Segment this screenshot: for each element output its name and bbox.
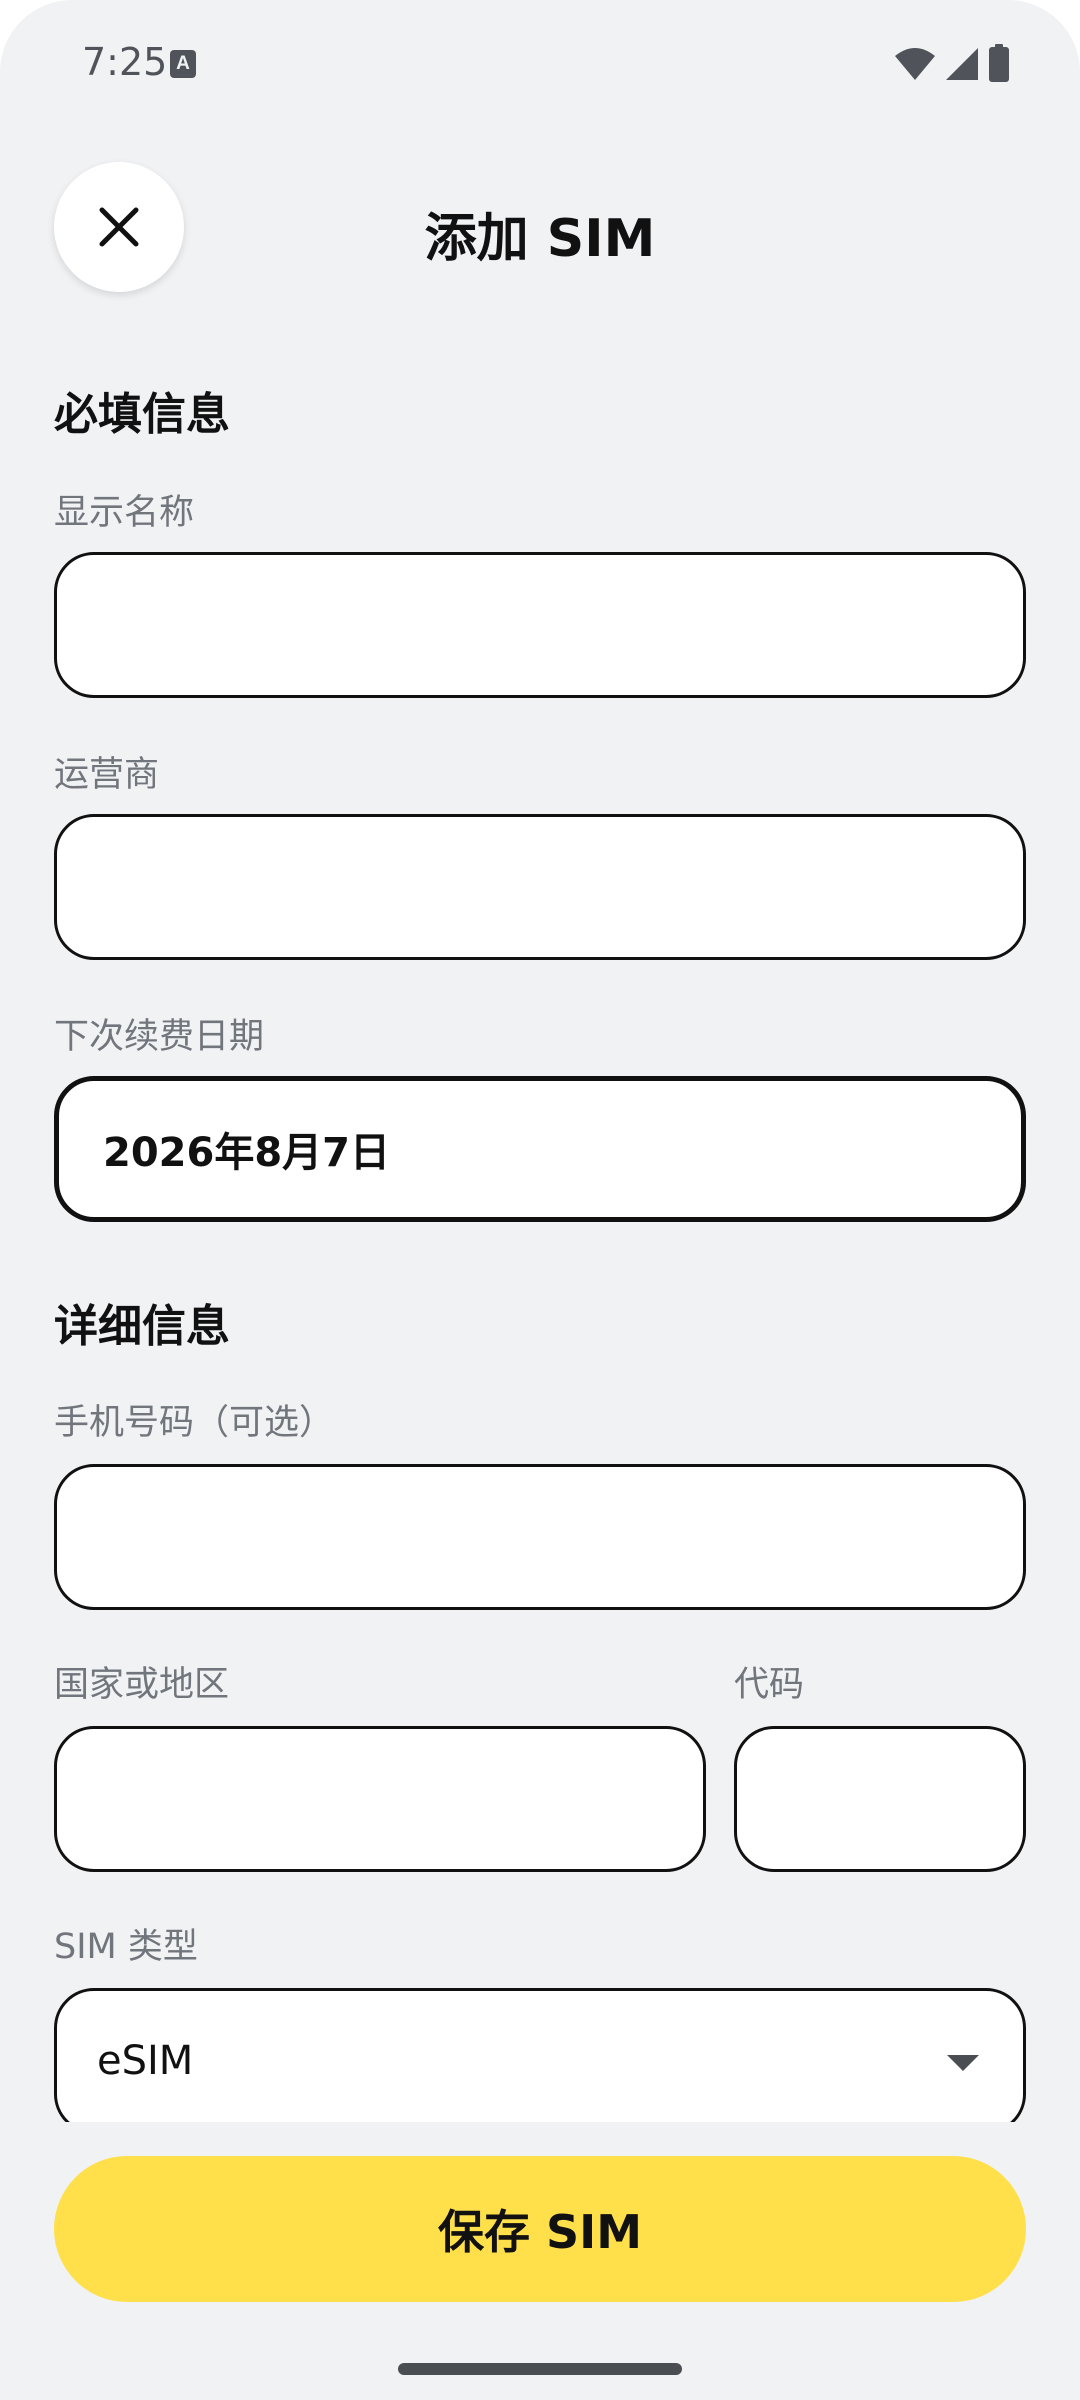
- country-field[interactable]: [54, 1726, 706, 1872]
- status-bar: 7:25 A: [0, 0, 1080, 130]
- details-section-title: 详细信息: [54, 1301, 230, 1352]
- code-field[interactable]: [734, 1726, 1026, 1872]
- display-name-label: 显示名称: [54, 493, 195, 533]
- phone-number-field[interactable]: [54, 1464, 1026, 1610]
- sim-type-selected-value: eSIM: [97, 2038, 194, 2084]
- code-label: 代码: [734, 1665, 805, 1705]
- sim-type-label: SIM 类型: [54, 1927, 198, 1967]
- page-title: 添加 SIM: [424, 209, 656, 269]
- battery-icon: [989, 44, 1009, 82]
- screen: 7:25 A 添加 SIM 必填信息 显示名称 运营商 下次续费日期 2026年…: [0, 0, 1080, 2400]
- sim-type-select[interactable]: eSIM: [54, 1988, 1026, 2134]
- status-time: 7:25: [82, 40, 168, 84]
- keyboard-a-icon: A: [170, 50, 196, 78]
- required-section-title: 必填信息: [54, 389, 230, 440]
- chevron-down-icon: [947, 2055, 979, 2071]
- renewal-date-field[interactable]: 2026年8月7日: [54, 1076, 1026, 1222]
- phone-number-label: 手机号码（可选）: [54, 1403, 335, 1443]
- system-icons: [894, 44, 1010, 82]
- renewal-date-label: 下次续费日期: [54, 1017, 265, 1057]
- renewal-date-value: 2026年8月7日: [103, 1130, 390, 1176]
- country-label: 国家或地区: [54, 1665, 230, 1705]
- display-name-field[interactable]: [54, 552, 1026, 698]
- cellular-signal-icon: [946, 48, 978, 80]
- wifi-icon: [895, 48, 935, 80]
- home-indicator[interactable]: [398, 2363, 682, 2375]
- carrier-field[interactable]: [54, 814, 1026, 960]
- save-sim-button[interactable]: 保存 SIM: [54, 2156, 1026, 2302]
- carrier-label: 运营商: [54, 755, 160, 795]
